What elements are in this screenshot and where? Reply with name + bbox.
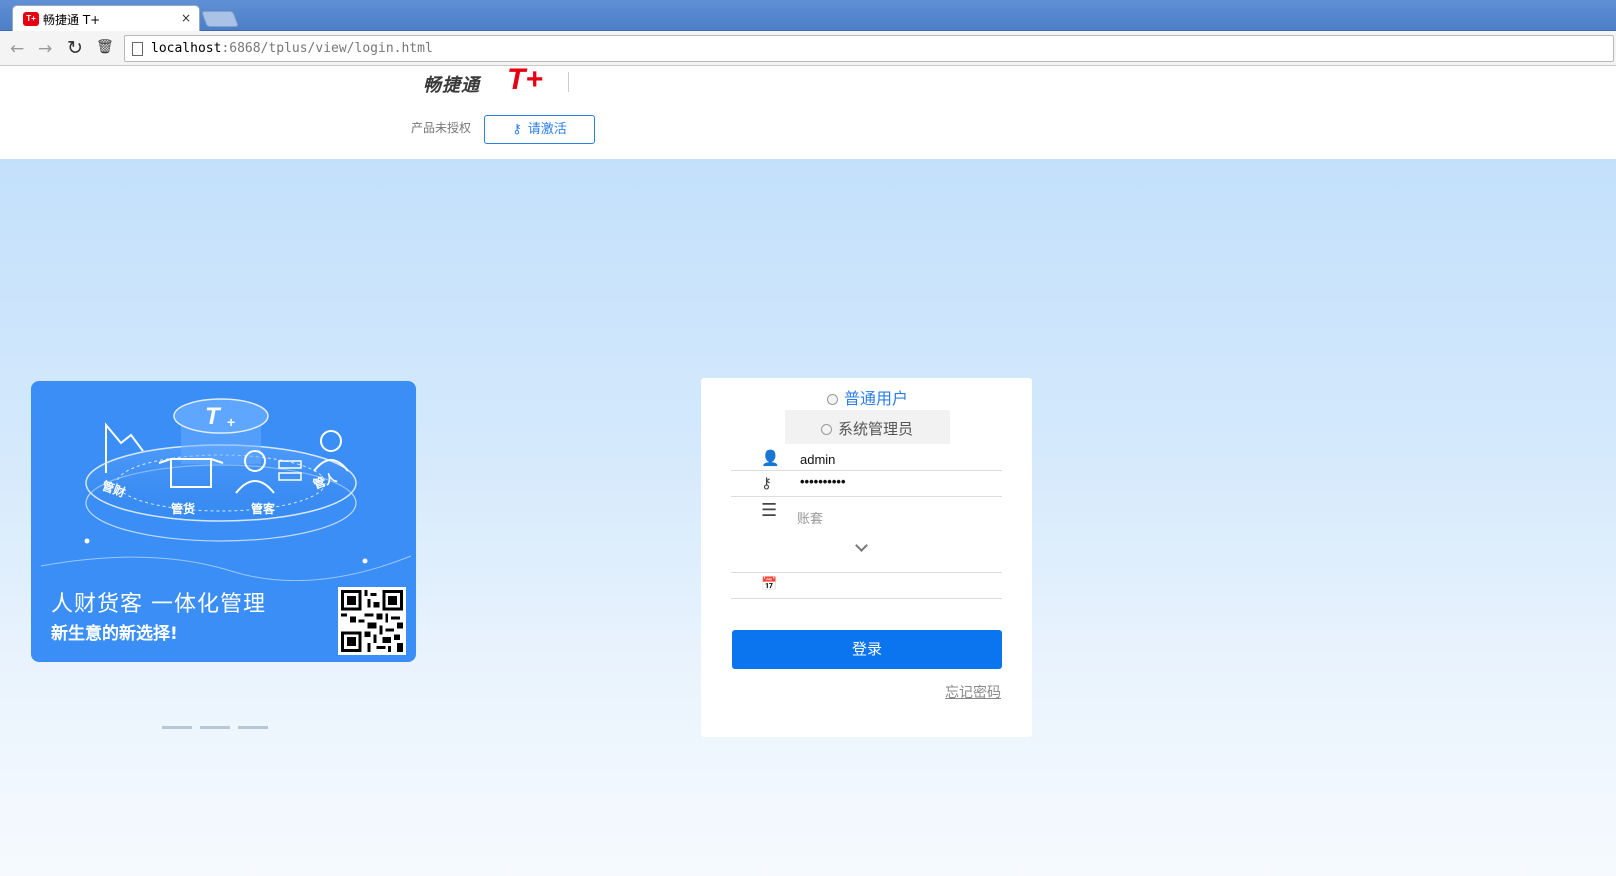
new-tab-button[interactable] (201, 11, 239, 27)
diagram-label-customers: 管客 (251, 501, 276, 516)
role-admin-label: 系统管理员 (838, 420, 914, 438)
login-button[interactable]: 登录 (732, 630, 1002, 669)
logo-divider (568, 72, 569, 92)
radio-admin[interactable] (821, 424, 832, 435)
role-admin-content: 系统管理员 (821, 418, 913, 439)
license-status: 产品未授权 (411, 121, 472, 135)
browser-tab-bar: T+ 畅捷通 T+ × (0, 0, 1616, 31)
login-panel: 普通用户 系统管理员 👤 admin ⚷ •••••••••• ☰ 账套 📅 登… (701, 378, 1032, 737)
logo-tplus-text: T+ (507, 63, 543, 96)
logo-cn-text: 畅捷通 (423, 75, 480, 96)
account-placeholder: 账套 (797, 512, 824, 527)
carousel-dot[interactable] (200, 726, 230, 729)
carousel-dot[interactable] (162, 726, 192, 729)
role-normal-option[interactable]: 普通用户 (827, 385, 908, 409)
carousel-dot[interactable] (238, 726, 268, 729)
key-icon: ⚷ (761, 474, 772, 492)
radio-normal-user[interactable] (827, 394, 838, 405)
account-select[interactable]: ☰ 账套 (731, 498, 1002, 573)
page-header: 畅捷通 T+ 产品未授权 ⚷ 请激活 (0, 63, 1616, 159)
trash-icon[interactable]: 🗑 (96, 39, 114, 55)
password-value: •••••••••• (800, 474, 846, 489)
date-field[interactable]: 📅 (731, 574, 1002, 599)
promo-banner: T + 管财 管货 管客 管人 人财货客 一体化管理 新生意的新选择! (31, 381, 416, 662)
activate-button[interactable]: ⚷ 请激活 (484, 115, 595, 144)
tab-title: 畅捷通 T+ (43, 13, 101, 27)
banner-tagline: 新生意的新选择! (51, 624, 178, 644)
login-hero: T + 管财 管货 管客 管人 人财货客 一体化管理 新生意的新选择! 普通用户… (0, 159, 1616, 876)
close-tab-icon[interactable]: × (181, 11, 191, 25)
address-url: localhost:6868/tplus/view/login.html (151, 41, 433, 56)
key-icon: ⚷ (512, 122, 522, 137)
diagram-label-goods: 管货 (171, 501, 195, 516)
calendar-icon: 📅 (761, 577, 778, 592)
browser-tab[interactable]: T+ 畅捷通 T+ × (12, 5, 200, 31)
menu-icon: ☰ (761, 500, 778, 521)
forward-icon[interactable]: → (38, 39, 52, 59)
user-icon: 👤 (761, 449, 780, 467)
tplus-favicon-icon: T+ (23, 12, 39, 26)
back-icon[interactable]: ← (10, 39, 24, 59)
page: 畅捷通 T+ 产品未授权 ⚷ 请激活 T + 管财 管货 管客 管人 人财货客 … (0, 63, 1616, 876)
chevron-down-icon[interactable] (855, 539, 868, 552)
reload-icon[interactable]: ↻ (67, 37, 83, 59)
role-admin-option[interactable]: 系统管理员 (785, 410, 950, 444)
page-icon (132, 42, 143, 56)
address-bar[interactable]: localhost:6868/tplus/view/login.html (124, 35, 1614, 62)
svg-text:T: T (205, 403, 222, 430)
business-illustration: T + 管财 管货 管客 管人 (40, 398, 412, 581)
password-field[interactable]: ⚷ •••••••••• (731, 472, 1002, 497)
qr-code-image (341, 590, 403, 652)
browser-toolbar: ← → ↻ 🗑 localhost:6868/tplus/view/login.… (0, 31, 1616, 66)
username-field[interactable]: 👤 admin (731, 449, 1002, 471)
banner-slogan: 人财货客 一体化管理 (51, 592, 266, 617)
qr-code (338, 587, 406, 655)
username-value: admin (800, 452, 836, 467)
activate-label: 请激活 (527, 122, 567, 137)
forgot-password-link[interactable]: 忘记密码 (945, 682, 1001, 702)
svg-text:+: + (227, 414, 235, 430)
role-normal-label: 普通用户 (844, 389, 909, 408)
